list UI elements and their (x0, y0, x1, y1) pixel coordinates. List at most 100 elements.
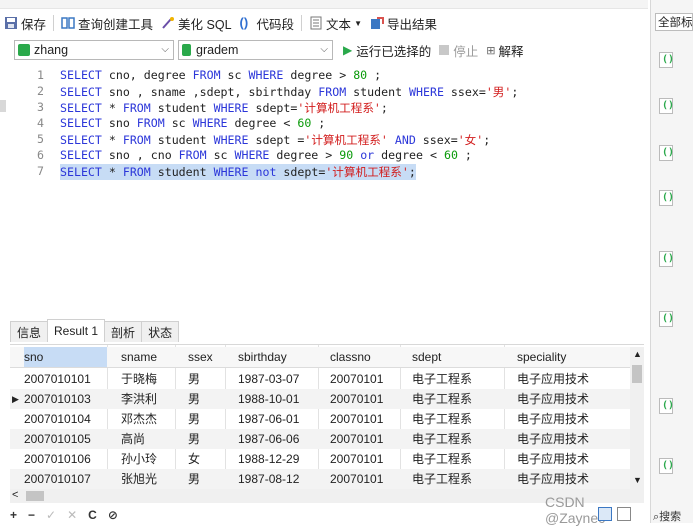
table-row[interactable]: 2007010101 于晓梅 男 1987-03-07 20070101 电子工… (10, 369, 634, 389)
cell-sbirthday[interactable]: 1987-06-06 (238, 429, 299, 449)
chevron-up-icon[interactable]: ▲ (633, 349, 642, 359)
scrollbar-thumb[interactable] (632, 365, 642, 383)
chevron-down-icon[interactable]: ▼ (633, 475, 642, 485)
cell-sname[interactable]: 高尚 (121, 429, 145, 449)
snippet-button[interactable]: () 代码段 (236, 12, 299, 34)
cell-classno[interactable]: 20070101 (330, 469, 383, 489)
cell-sdept[interactable]: 电子工程系 (412, 369, 472, 389)
export-results-button[interactable]: 导出结果 (366, 12, 441, 34)
table-row[interactable]: 2007010106 孙小玲 女 1988-12-29 20070101 电子工… (10, 449, 634, 469)
save-button[interactable]: 保存 (0, 12, 50, 34)
snippet-item-icon[interactable]: () (659, 145, 674, 161)
search-field[interactable]: ⌕搜索 (653, 508, 681, 524)
column-header-ssex[interactable]: ssex (188, 347, 213, 367)
cell-sbirthday[interactable]: 1987-08-12 (238, 469, 299, 489)
explain-button[interactable]: ⊞ 解释 (482, 39, 527, 61)
run-selected-button[interactable]: ▶ 运行已选择的 (339, 39, 435, 61)
tab-result-1[interactable]: Result 1 (47, 319, 106, 342)
delete-record-button[interactable]: − (28, 508, 35, 522)
table-row[interactable]: 2007010107 张旭光 男 1987-08-12 20070101 电子工… (10, 469, 634, 489)
cell-ssex[interactable]: 女 (188, 449, 200, 469)
stop-button[interactable]: 停止 (435, 39, 482, 61)
column-header-sname[interactable]: sname (121, 347, 157, 367)
all-tags-dropdown[interactable]: 全部标签 (655, 13, 693, 31)
form-view-icon[interactable] (617, 507, 631, 521)
cell-sbirthday[interactable]: 1988-10-01 (238, 389, 299, 409)
table-row[interactable]: ▶ 2007010103 李洪利 男 1988-10-01 20070101 电… (10, 389, 634, 409)
discard-changes-button[interactable]: ✕ (67, 508, 77, 522)
cell-ssex[interactable]: 男 (188, 429, 200, 449)
cell-sdept[interactable]: 电子工程系 (412, 389, 472, 409)
cell-ssex[interactable]: 男 (188, 369, 200, 389)
cell-speciality[interactable]: 电子应用技术 (517, 469, 589, 489)
connection-select[interactable]: zhang ⌵ (14, 40, 174, 60)
cell-sno[interactable]: 2007010104 (24, 409, 91, 429)
cell-speciality[interactable]: 电子应用技术 (517, 369, 589, 389)
column-header-classno[interactable]: classno (330, 347, 371, 367)
table-row[interactable]: 2007010105 高尚 男 1987-06-06 20070101 电子工程… (10, 429, 634, 449)
cell-ssex[interactable]: 男 (188, 389, 200, 409)
beautify-sql-button[interactable]: 美化 SQL (157, 12, 236, 34)
cell-speciality[interactable]: 电子应用技术 (517, 429, 589, 449)
snippet-item-icon[interactable]: () (659, 251, 674, 267)
cell-sbirthday[interactable]: 1988-12-29 (238, 449, 299, 469)
apply-changes-button[interactable]: ✓ (46, 508, 56, 522)
cell-sdept[interactable]: 电子工程系 (412, 429, 472, 449)
add-record-button[interactable]: + (10, 508, 17, 522)
cell-sno[interactable]: 2007010105 (24, 429, 91, 449)
column-header-sbirthday[interactable]: sbirthday (238, 347, 287, 367)
cell-sno[interactable]: 2007010106 (24, 449, 91, 469)
chevron-left-icon[interactable]: < (12, 489, 18, 501)
cell-classno[interactable]: 20070101 (330, 389, 383, 409)
cell-classno[interactable]: 20070101 (330, 429, 383, 449)
snippet-item-icon[interactable]: () (659, 52, 674, 68)
cell-speciality[interactable]: 电子应用技术 (517, 389, 589, 409)
table-row[interactable]: 2007010104 邓杰杰 男 1987-06-01 20070101 电子工… (10, 409, 634, 429)
snippet-item-icon[interactable]: () (659, 190, 674, 206)
snippet-item-icon[interactable]: () (659, 398, 674, 414)
cell-sname[interactable]: 张旭光 (121, 469, 157, 489)
snippet-item-icon[interactable]: () (659, 311, 674, 327)
refresh-button[interactable]: C (88, 508, 97, 522)
snippet-item-icon[interactable]: () (659, 458, 674, 474)
sql-token: SELECT (60, 116, 102, 130)
sql-editor[interactable]: 1 2 3 4 5 6 7 SELECT cno, degree FROM sc… (10, 66, 646, 316)
tab-info[interactable]: 信息 (10, 321, 49, 342)
cell-sbirthday[interactable]: 1987-03-07 (238, 369, 299, 389)
cell-classno[interactable]: 20070101 (330, 369, 383, 389)
grid-view-icon[interactable] (598, 507, 612, 521)
vertical-scrollbar[interactable]: ▲ ▼ (630, 347, 644, 489)
cell-sname[interactable]: 于晓梅 (121, 369, 157, 389)
column-header-speciality[interactable]: speciality (517, 347, 566, 367)
cell-sdept[interactable]: 电子工程系 (412, 469, 472, 489)
column-header-sdept[interactable]: sdept (412, 347, 441, 367)
cell-sno[interactable]: 2007010101 (24, 369, 91, 389)
cell-sname[interactable]: 邓杰杰 (121, 409, 157, 429)
cell-speciality[interactable]: 电子应用技术 (517, 409, 589, 429)
tab-status[interactable]: 状态 (141, 321, 180, 342)
cell-ssex[interactable]: 男 (188, 409, 200, 429)
snippet-item-icon[interactable]: () (659, 98, 674, 114)
cell-classno[interactable]: 20070101 (330, 449, 383, 469)
scrollbar-thumb[interactable] (26, 491, 44, 501)
database-select[interactable]: gradem ⌵ (178, 40, 333, 60)
cell-sname[interactable]: 李洪利 (121, 389, 157, 409)
tab-profile[interactable]: 剖析 (104, 321, 143, 342)
sql-token: not (255, 165, 277, 179)
cell-ssex[interactable]: 男 (188, 469, 200, 489)
column-header-sno[interactable]: sno (24, 347, 107, 367)
sql-token: sno , cno (101, 148, 179, 162)
cell-classno[interactable]: 20070101 (330, 409, 383, 429)
sql-token: sno (101, 116, 137, 130)
text-menu-button[interactable]: 文本 ▼ (305, 12, 366, 34)
cell-sno[interactable]: 2007010103 (24, 389, 91, 409)
cell-sno[interactable]: 2007010107 (24, 469, 91, 489)
cell-speciality[interactable]: 电子应用技术 (517, 449, 589, 469)
cell-sdept[interactable]: 电子工程系 (412, 449, 472, 469)
snippet-label: 代码段 (256, 17, 295, 32)
cell-sname[interactable]: 孙小玲 (121, 449, 157, 469)
query-builder-button[interactable]: 查询创建工具 (57, 12, 157, 34)
cell-sdept[interactable]: 电子工程系 (412, 409, 472, 429)
cell-sbirthday[interactable]: 1987-06-01 (238, 409, 299, 429)
stop-query-button[interactable]: ⊘ (108, 508, 118, 522)
